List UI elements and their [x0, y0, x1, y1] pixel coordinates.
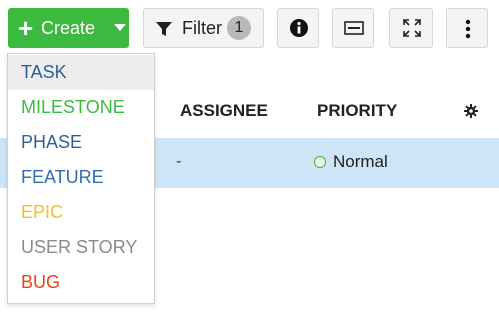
panel-icon — [344, 21, 364, 35]
panel-button[interactable] — [332, 8, 374, 48]
column-header-priority[interactable]: PRIORITY — [317, 101, 397, 121]
chevron-down-icon — [114, 24, 126, 31]
menu-item-feature[interactable]: FEATURE — [8, 160, 154, 195]
priority-cell[interactable]: Normal — [333, 152, 388, 172]
priority-status-icon — [314, 156, 326, 168]
plus-icon: + — [18, 13, 34, 43]
gear-icon[interactable] — [464, 104, 478, 118]
filter-icon — [156, 22, 172, 36]
menu-item-epic[interactable]: EPIC — [8, 195, 154, 230]
expand-button[interactable] — [389, 8, 433, 48]
info-icon — [290, 19, 308, 37]
info-button[interactable] — [277, 8, 319, 48]
menu-item-milestone[interactable]: MILESTONE — [8, 90, 154, 125]
filter-button[interactable]: Filter 1 — [143, 8, 264, 48]
menu-item-task[interactable]: TASK — [8, 55, 154, 90]
create-button[interactable]: + Create — [8, 8, 129, 48]
expand-icon — [403, 19, 421, 37]
column-header-assignee[interactable]: ASSIGNEE — [180, 101, 268, 121]
filter-button-label: Filter — [182, 18, 222, 38]
menu-item-phase[interactable]: PHASE — [8, 125, 154, 160]
create-dropdown-menu: TASK MILESTONE PHASE FEATURE EPIC USER S… — [7, 53, 155, 304]
more-options-button[interactable] — [446, 8, 488, 48]
more-vertical-icon — [465, 19, 471, 39]
filter-count-badge: 1 — [227, 16, 251, 40]
assignee-cell: - — [176, 153, 182, 170]
menu-item-bug[interactable]: BUG — [8, 265, 154, 300]
menu-item-user-story[interactable]: USER STORY — [8, 230, 154, 265]
create-button-label: Create — [41, 18, 96, 38]
